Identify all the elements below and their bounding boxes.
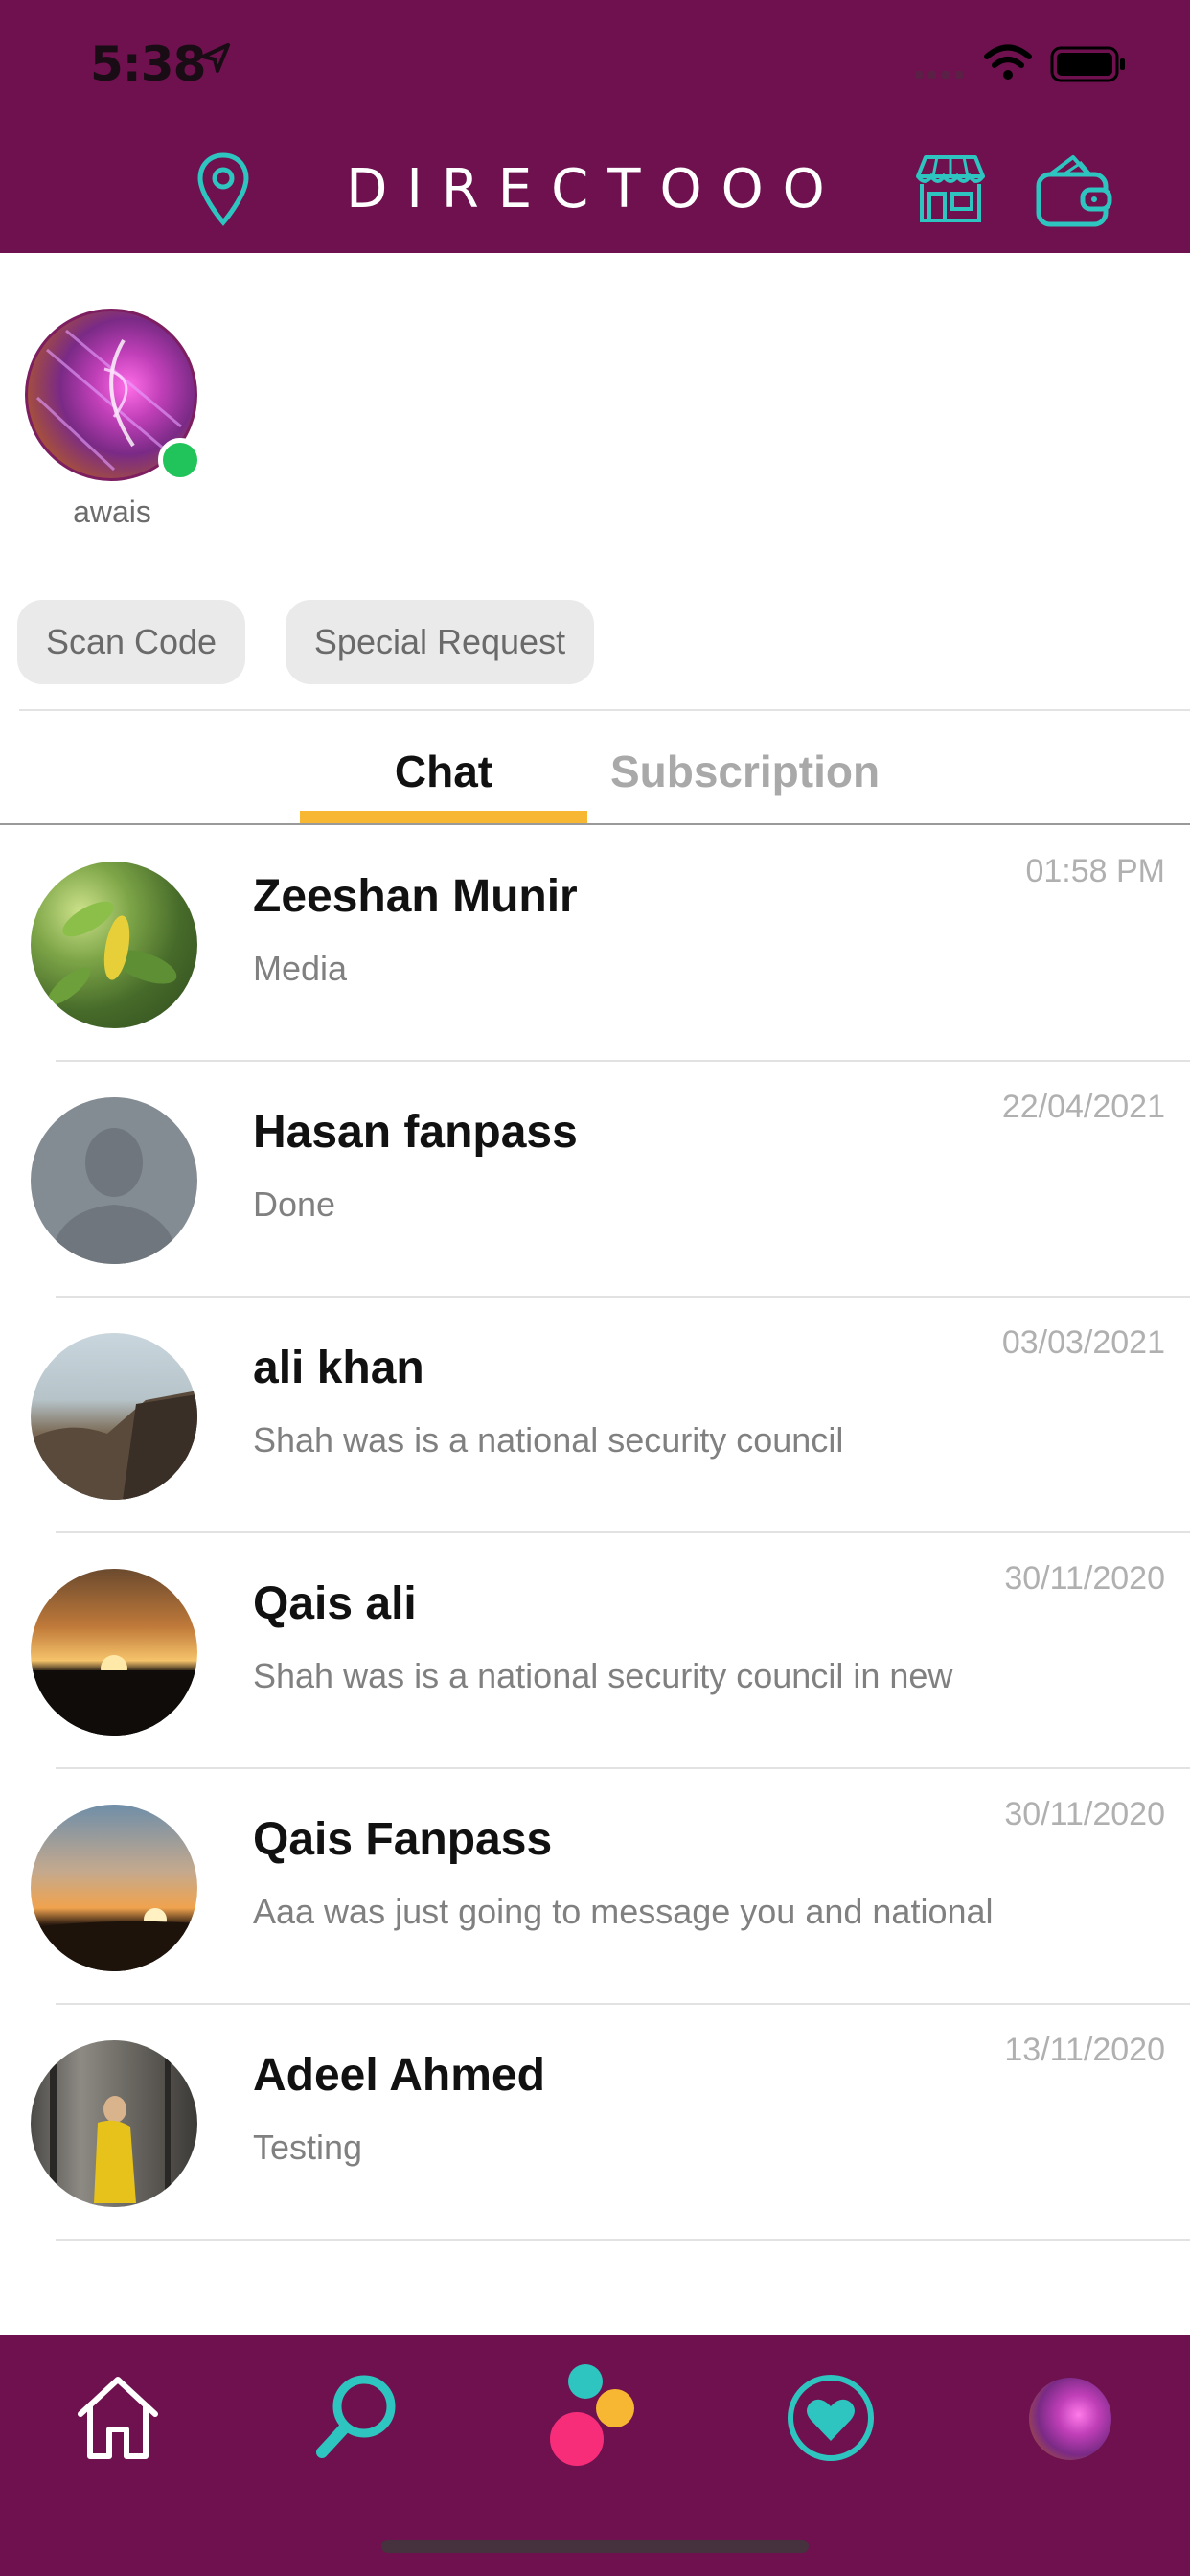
last-message: Shah was is a national security council … bbox=[253, 1656, 953, 1695]
home-icon[interactable] bbox=[73, 2372, 163, 2462]
wallet-icon[interactable] bbox=[1035, 151, 1113, 228]
app-header: 5:38 DIRECTOOO bbox=[0, 0, 1190, 253]
status-bar: 5:38 bbox=[0, 0, 1190, 134]
contact-avatar bbox=[31, 2040, 197, 2207]
contact-avatar bbox=[31, 1805, 197, 1971]
app-brand-title: DIRECTOOO bbox=[346, 158, 844, 220]
last-message: Done bbox=[253, 1184, 336, 1224]
chat-list-item[interactable]: Qais ali Shah was is a national security… bbox=[0, 1533, 1190, 1769]
avatar-leaf-art bbox=[47, 901, 177, 1005]
wifi-icon bbox=[984, 44, 1032, 80]
location-arrow-icon bbox=[201, 43, 230, 73]
special-request-button[interactable]: Special Request bbox=[286, 600, 594, 684]
avatar-sunset-art bbox=[31, 1655, 197, 1736]
contact-avatar bbox=[31, 1097, 197, 1264]
contact-name: Adeel Ahmed bbox=[253, 2050, 545, 2101]
avatar-horizon-art bbox=[31, 1908, 197, 1971]
chat-list-item[interactable]: Zeeshan Munir Media 01:58 PM bbox=[0, 826, 1190, 1062]
message-time: 03/03/2021 bbox=[1001, 1324, 1165, 1361]
section-divider bbox=[19, 709, 1190, 711]
last-message: Media bbox=[253, 949, 348, 988]
default-person-icon bbox=[50, 1128, 178, 1264]
battery-icon bbox=[1050, 46, 1125, 82]
contact-name: Hasan fanpass bbox=[253, 1107, 578, 1158]
avatar-person-art bbox=[50, 2040, 171, 2207]
dots-logo-icon[interactable] bbox=[542, 2360, 648, 2470]
chat-list-item[interactable]: ali khan Shah was is a national security… bbox=[0, 1298, 1190, 1533]
chat-list-item[interactable]: Qais Fanpass Aaa was just going to messa… bbox=[0, 1769, 1190, 2005]
contact-name: ali khan bbox=[253, 1343, 424, 1393]
contact-name: Zeeshan Munir bbox=[253, 871, 578, 922]
home-indicator bbox=[381, 2540, 809, 2553]
contact-avatar bbox=[31, 1569, 197, 1736]
row-divider bbox=[56, 2239, 1190, 2241]
last-message: Shah was is a national security council bbox=[253, 1420, 844, 1460]
signal-icon bbox=[915, 71, 963, 79]
status-time: 5:38 bbox=[90, 36, 206, 92]
profile-avatar[interactable] bbox=[1029, 2378, 1111, 2460]
contact-avatar bbox=[31, 862, 197, 1028]
story-item[interactable]: awais bbox=[25, 309, 202, 530]
contact-name: Qais Fanpass bbox=[253, 1814, 553, 1865]
message-time: 01:58 PM bbox=[1025, 853, 1165, 889]
tabs-baseline bbox=[0, 823, 1190, 825]
tab-chat[interactable]: Chat bbox=[300, 738, 587, 805]
contact-name: Qais ali bbox=[253, 1578, 417, 1629]
scan-code-button[interactable]: Scan Code bbox=[17, 600, 245, 684]
store-icon[interactable] bbox=[912, 153, 989, 224]
story-username: awais bbox=[73, 494, 151, 529]
message-time: 13/11/2020 bbox=[1004, 2032, 1165, 2068]
avatar-cliff-art bbox=[31, 1391, 197, 1500]
heart-icon[interactable] bbox=[786, 2374, 876, 2462]
chat-list-item[interactable]: Adeel Ahmed Testing 13/11/2020 bbox=[0, 2005, 1190, 2241]
online-status-dot bbox=[158, 438, 202, 482]
location-pin-icon[interactable] bbox=[195, 151, 251, 228]
contact-avatar bbox=[31, 1333, 197, 1500]
chat-list-item[interactable]: Hasan fanpass Done 22/04/2021 bbox=[0, 1062, 1190, 1298]
message-time: 30/11/2020 bbox=[1004, 1560, 1165, 1597]
last-message: Testing bbox=[253, 2128, 363, 2167]
message-time: 30/11/2020 bbox=[1004, 1796, 1165, 1832]
active-tab-indicator bbox=[300, 811, 587, 824]
message-time: 22/04/2021 bbox=[1001, 1089, 1165, 1125]
story-avatar[interactable] bbox=[25, 309, 202, 482]
last-message: Aaa was just going to message you and na… bbox=[253, 1892, 994, 1931]
tab-subscription[interactable]: Subscription bbox=[594, 738, 896, 805]
search-icon[interactable] bbox=[310, 2370, 402, 2462]
